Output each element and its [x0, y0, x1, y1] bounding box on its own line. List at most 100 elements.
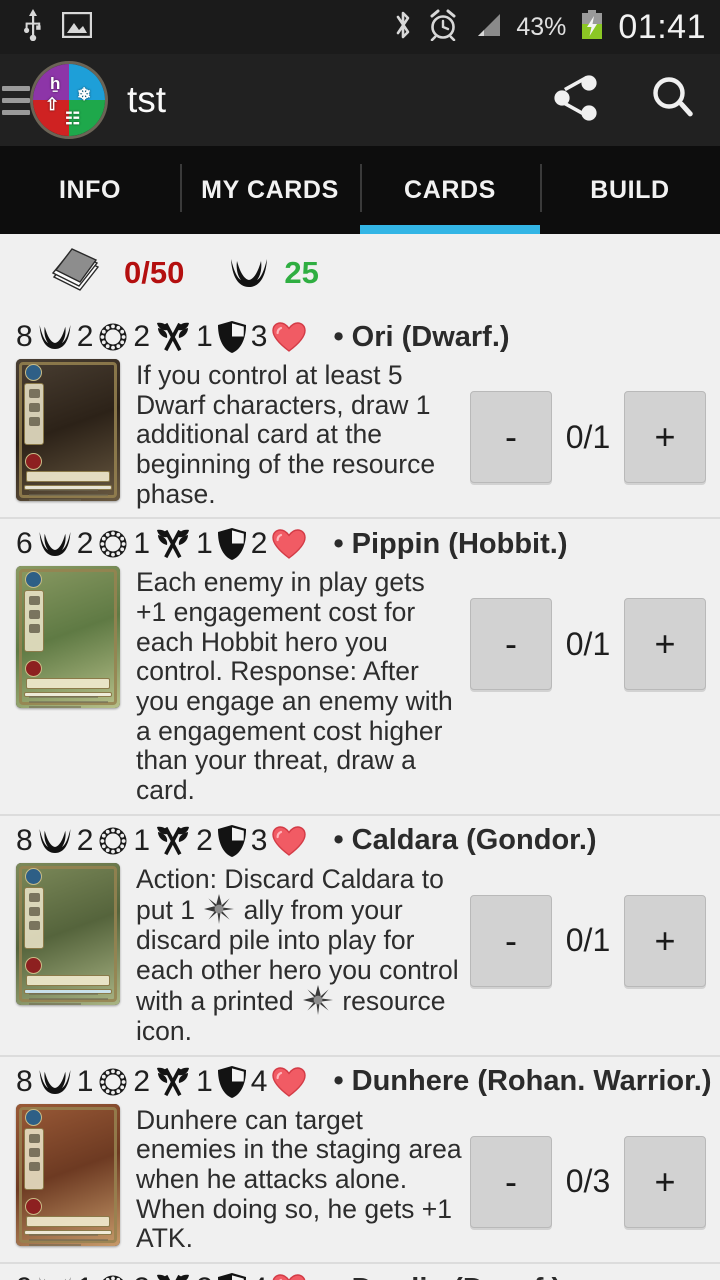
card-quantity-stepper: - 0/1 +: [470, 359, 706, 483]
willpower-icon: [97, 528, 129, 560]
hamburger-menu-icon[interactable]: [0, 54, 34, 146]
card-text-segment: Each enemy in play gets +1 engagement co…: [136, 567, 453, 806]
attack-icon: [154, 1272, 192, 1280]
decrement-button[interactable]: -: [470, 1135, 552, 1228]
app-title: tst: [127, 79, 167, 120]
hitpoints-icon: [271, 1066, 307, 1098]
card-thumbnail[interactable]: [16, 566, 120, 709]
card-text-box: [24, 485, 112, 501]
defense-value: 1: [196, 1064, 213, 1098]
threat-icon: [37, 1274, 73, 1280]
app-logo-icon[interactable]: ẖ ❄ ⇧ ☷: [30, 61, 108, 139]
card-stat-line: 6 2 1 1 2 • Pippin (Hobbit.): [0, 519, 720, 563]
defense-icon: [217, 1272, 247, 1280]
card-description: Each enemy in play gets +1 engagement co…: [120, 566, 470, 805]
card-count-label: 0/1: [565, 418, 611, 455]
card-stat-strip: [24, 590, 44, 653]
defense-icon: [217, 527, 247, 561]
decrement-button[interactable]: -: [470, 391, 552, 483]
battery-charging-icon: [580, 9, 604, 45]
card-name-plate: [26, 471, 110, 482]
table-row[interactable]: 6 2 1 1 2 • Pippin (Hobbit.) Each enemy …: [0, 519, 720, 816]
card-name-plate: [26, 1215, 110, 1227]
card-count-label: 0/3: [565, 1163, 611, 1200]
share-icon[interactable]: [552, 74, 602, 127]
decrement-button[interactable]: -: [470, 598, 552, 691]
card-resource-icon: [25, 453, 42, 470]
card-quantity-stepper: - 0/1 +: [470, 863, 706, 987]
card-thumbnail[interactable]: [16, 1103, 120, 1246]
card-thumbnail[interactable]: [16, 862, 120, 1005]
increment-button[interactable]: +: [624, 598, 706, 691]
tab-info[interactable]: INFO: [0, 146, 180, 234]
table-row[interactable]: 9 1 2 2 4 • Dwalin (Dwarf.): [0, 1264, 720, 1280]
increment-button[interactable]: +: [624, 391, 706, 483]
defense-icon: [217, 1065, 247, 1099]
attack-value: 1: [133, 527, 151, 561]
card-name-plate: [26, 974, 110, 986]
willpower-value: 2: [76, 823, 94, 857]
bluetooth-icon: [392, 9, 414, 46]
card-quantity-stepper: - 0/1 +: [470, 566, 706, 691]
tab-label: INFO: [58, 175, 122, 204]
sphere-resource-icon: [202, 894, 236, 925]
increment-button[interactable]: +: [624, 894, 706, 987]
threat-icon: [37, 826, 73, 856]
deck-stats-bar: 0/50 25: [0, 234, 720, 312]
threat-value: 8: [16, 823, 33, 857]
card-text-box: [24, 692, 112, 709]
tab-label: BUILD: [590, 175, 670, 204]
attack-value: 2: [133, 1064, 151, 1098]
tab-label: CARDS: [404, 175, 496, 204]
willpower-value: 2: [76, 527, 94, 561]
attack-icon: [154, 824, 192, 858]
hitpoints-value: 4: [250, 1064, 268, 1098]
table-row[interactable]: 8 2 2 1 3 • Ori (Dwarf.) If you control …: [0, 312, 720, 520]
willpower-icon: [97, 1273, 129, 1280]
hitpoints-icon: [271, 825, 307, 857]
card-threat-cost: [25, 1108, 42, 1126]
card-stat-strip: [24, 886, 44, 949]
usb-icon: [22, 8, 44, 46]
battery-percent-label: 43%: [516, 12, 567, 41]
increment-button[interactable]: +: [624, 1135, 706, 1228]
action-bar: ẖ ❄ ⇧ ☷ tst: [0, 54, 720, 146]
defense-value: 2: [196, 1272, 213, 1280]
status-bar-right-icons: 43% 01:41: [392, 8, 706, 47]
card-threat-cost: [25, 867, 42, 885]
card-row-body: Dunhere can target enemies in the stagin…: [0, 1101, 720, 1254]
tab-cards[interactable]: CARDS: [360, 146, 540, 234]
card-list[interactable]: 8 2 2 1 3 • Ori (Dwarf.) If you control …: [0, 312, 720, 1280]
card-stat-line: 8 2 2 1 3 • Ori (Dwarf.): [0, 312, 720, 356]
hitpoints-value: 4: [251, 1272, 268, 1280]
tab-build[interactable]: BUILD: [540, 146, 720, 234]
card-description: Dunhere can target enemies in the stagin…: [120, 1104, 470, 1254]
deck-count-label: 0/50: [124, 255, 185, 290]
table-row[interactable]: 8 2 1 2 3 • Caldara (Gondor.) Action: Di…: [0, 816, 720, 1057]
signal-icon: [472, 12, 502, 43]
defense-value: 1: [196, 527, 213, 561]
hitpoints-icon: [271, 1273, 307, 1280]
card-text-box: [24, 1229, 112, 1246]
defense-value: 2: [196, 823, 213, 857]
card-text-segment: If you control at least 5 Dwarf characte…: [136, 360, 436, 509]
card-resource-icon: [25, 1197, 42, 1215]
tab-my-cards[interactable]: MY CARDS: [180, 146, 360, 234]
card-threat-cost: [25, 364, 42, 381]
active-tab-indicator: [360, 225, 540, 234]
card-stat-line: 8 2 1 2 3 • Caldara (Gondor.): [0, 816, 720, 860]
card-thumbnail[interactable]: [16, 359, 120, 501]
card-stat-strip: [24, 1127, 44, 1190]
threat-icon: [228, 256, 270, 290]
table-row[interactable]: 8 1 2 1 4 • Dunhere (Rohan. Warrior.) Du…: [0, 1057, 720, 1265]
search-icon[interactable]: [648, 73, 698, 128]
action-bar-buttons: [552, 73, 698, 128]
logo-glyph-leadership: ẖ: [50, 74, 61, 93]
card-stat-line: 9 1 2 2 4 • Dwalin (Dwarf.): [0, 1264, 720, 1280]
willpower-value: 2: [76, 320, 94, 353]
card-description: Action: Discard Caldara to put 1 ally fr…: [120, 863, 470, 1047]
decrement-button[interactable]: -: [470, 894, 552, 987]
hitpoints-value: 2: [250, 527, 268, 561]
card-title: • Pippin (Hobbit.): [333, 527, 568, 560]
willpower-icon: [97, 825, 129, 857]
